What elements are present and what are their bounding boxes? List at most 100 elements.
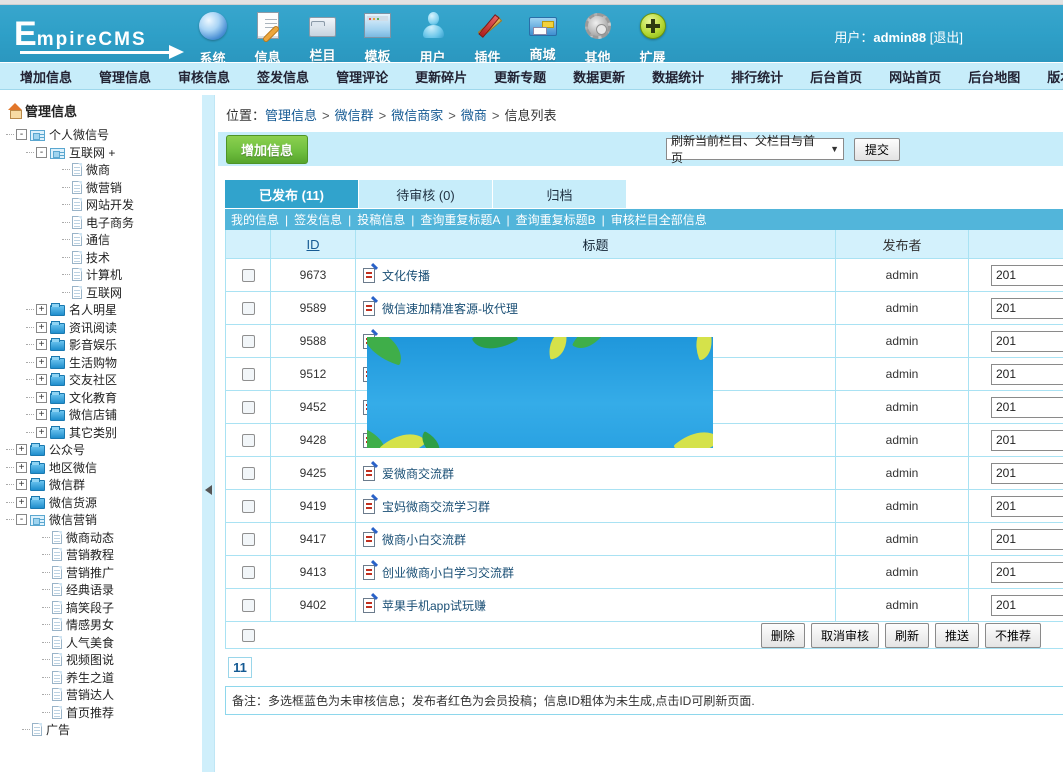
column-id-sort-link[interactable]: ID <box>307 237 320 252</box>
nav-item[interactable]: 管理评论 <box>336 67 388 86</box>
sidebar-item[interactable]: 微营销 <box>0 179 202 197</box>
tree-expander-icon[interactable]: + <box>16 444 27 455</box>
sidebar-splitter[interactable] <box>202 95 215 772</box>
tree-expander-icon[interactable]: + <box>16 479 27 490</box>
nav-item[interactable]: 版本更新 <box>1047 67 1063 86</box>
logout-link[interactable]: [退出] <box>930 30 963 45</box>
tab-item[interactable]: 待审核 (0) <box>359 180 493 208</box>
nav-item[interactable]: 后台地图 <box>968 67 1020 86</box>
nav-item[interactable]: 数据统计 <box>652 67 704 86</box>
sidebar-item[interactable]: -互联网 + <box>0 144 202 162</box>
nav-item[interactable]: 管理信息 <box>99 67 151 86</box>
row-checkbox[interactable] <box>242 599 255 612</box>
row-id-link[interactable]: 9417 <box>300 532 327 546</box>
row-id-link[interactable]: 9673 <box>300 268 327 282</box>
sidebar-item[interactable]: -个人微信号 <box>0 126 202 144</box>
collapse-sidebar-arrow[interactable] <box>205 485 212 495</box>
nav-item[interactable]: 增加信息 <box>20 67 72 86</box>
top-menu-user[interactable]: 用户 <box>405 11 460 67</box>
tree-expander-icon[interactable]: - <box>16 514 27 525</box>
nav-item[interactable]: 审核信息 <box>178 67 230 86</box>
submit-button[interactable]: 提交 <box>854 138 900 161</box>
top-menu-folder[interactable]: 栏目 <box>295 11 350 67</box>
sidebar-item[interactable]: 情感男女 <box>0 616 202 634</box>
nav-item[interactable]: 更新专题 <box>494 67 546 86</box>
action-button[interactable]: 不推荐 <box>985 623 1041 648</box>
tab-active[interactable]: 已发布 (11) <box>225 180 359 208</box>
sidebar-item[interactable]: 视频图说 <box>0 651 202 669</box>
filter-link[interactable]: 签发信息 <box>294 211 342 228</box>
top-menu-doc[interactable]: 信息 <box>240 11 295 67</box>
sidebar-item[interactable]: +名人明星 <box>0 301 202 319</box>
top-menu-plus[interactable]: 扩展 <box>625 11 680 67</box>
sidebar-item[interactable]: 营销推广 <box>0 564 202 582</box>
tab-item[interactable]: 归档 <box>493 180 627 208</box>
sidebar-item[interactable]: 营销教程 <box>0 546 202 564</box>
sidebar-item[interactable]: +资讯阅读 <box>0 319 202 337</box>
nav-item[interactable]: 数据更新 <box>573 67 625 86</box>
add-info-button[interactable]: 增加信息 <box>226 135 308 164</box>
row-id-link[interactable]: 9413 <box>300 565 327 579</box>
top-menu-tools[interactable]: 插件 <box>460 11 515 67</box>
sidebar-item[interactable]: 首页推荐 <box>0 704 202 722</box>
sidebar-item[interactable]: +微信店铺 <box>0 406 202 424</box>
sidebar-item[interactable]: 营销达人 <box>0 686 202 704</box>
row-checkbox[interactable] <box>242 335 255 348</box>
row-id-link[interactable]: 9512 <box>300 367 327 381</box>
tree-expander-icon[interactable]: - <box>36 147 47 158</box>
row-checkbox[interactable] <box>242 500 255 513</box>
tree-expander-icon[interactable]: + <box>36 322 47 333</box>
row-checkbox[interactable] <box>242 434 255 447</box>
row-id-link[interactable]: 9452 <box>300 400 327 414</box>
top-menu-globe[interactable]: 系统 <box>185 11 240 67</box>
row-id-link[interactable]: 9588 <box>300 334 327 348</box>
row-checkbox[interactable] <box>242 269 255 282</box>
row-checkbox[interactable] <box>242 368 255 381</box>
sidebar-item[interactable]: 人气美食 <box>0 634 202 652</box>
action-button[interactable]: 取消审核 <box>811 623 879 648</box>
row-title-link[interactable]: 文化传播 <box>382 267 430 284</box>
row-id-link[interactable]: 9589 <box>300 301 327 315</box>
filter-link[interactable]: 投稿信息 <box>357 211 405 228</box>
row-id-link[interactable]: 9428 <box>300 433 327 447</box>
row-title-link[interactable]: 微商小白交流群 <box>382 531 466 548</box>
sidebar-item[interactable]: 计算机 <box>0 266 202 284</box>
sidebar-item[interactable]: +文化教育 <box>0 389 202 407</box>
tree-expander-icon[interactable]: + <box>16 462 27 473</box>
tree-expander-icon[interactable]: + <box>36 392 47 403</box>
filter-link[interactable]: 我的信息 <box>231 211 279 228</box>
tree-expander-icon[interactable]: + <box>36 409 47 420</box>
nav-item[interactable]: 网站首页 <box>889 67 941 86</box>
sidebar-item[interactable]: 经典语录 <box>0 581 202 599</box>
row-checkbox[interactable] <box>242 566 255 579</box>
filter-link[interactable]: 查询重复标题B <box>516 211 596 228</box>
row-checkbox[interactable] <box>242 533 255 546</box>
action-button[interactable]: 删除 <box>761 623 805 648</box>
action-button[interactable]: 推送 <box>935 623 979 648</box>
sidebar-item[interactable]: 微商动态 <box>0 529 202 547</box>
sidebar-item[interactable]: +地区微信 <box>0 459 202 477</box>
filter-link[interactable]: 查询重复标题A <box>420 211 500 228</box>
row-title-link[interactable]: 苹果手机app试玩赚 <box>382 597 486 614</box>
tree-expander-icon[interactable]: + <box>16 497 27 508</box>
breadcrumb-link[interactable]: 微信群 <box>335 108 374 123</box>
tree-expander-icon[interactable]: + <box>36 304 47 315</box>
sidebar-item[interactable]: 通信 <box>0 231 202 249</box>
row-title-link[interactable]: 爱微商交流群 <box>382 465 454 482</box>
tree-expander-icon[interactable]: + <box>36 339 47 350</box>
row-id-link[interactable]: 9425 <box>300 466 327 480</box>
refresh-scope-select[interactable]: 刷新当前栏目、父栏目与首页 ▼ <box>666 138 844 160</box>
sidebar-item[interactable]: +公众号 <box>0 441 202 459</box>
sidebar-item[interactable]: +微信货源 <box>0 494 202 512</box>
row-id-link[interactable]: 9419 <box>300 499 327 513</box>
top-menu-card[interactable]: 商城 <box>515 11 570 67</box>
sidebar-item[interactable]: 养生之道 <box>0 669 202 687</box>
breadcrumb-link[interactable]: 微商 <box>461 108 487 123</box>
row-title-link[interactable]: 微信速加精准客源-收代理 <box>382 300 518 317</box>
sidebar-item[interactable]: +交友社区 <box>0 371 202 389</box>
row-checkbox[interactable] <box>242 401 255 414</box>
page-number[interactable]: 11 <box>228 657 252 678</box>
sidebar-item[interactable]: 网站开发 <box>0 196 202 214</box>
tree-expander-icon[interactable]: + <box>36 374 47 385</box>
action-button[interactable]: 刷新 <box>885 623 929 648</box>
